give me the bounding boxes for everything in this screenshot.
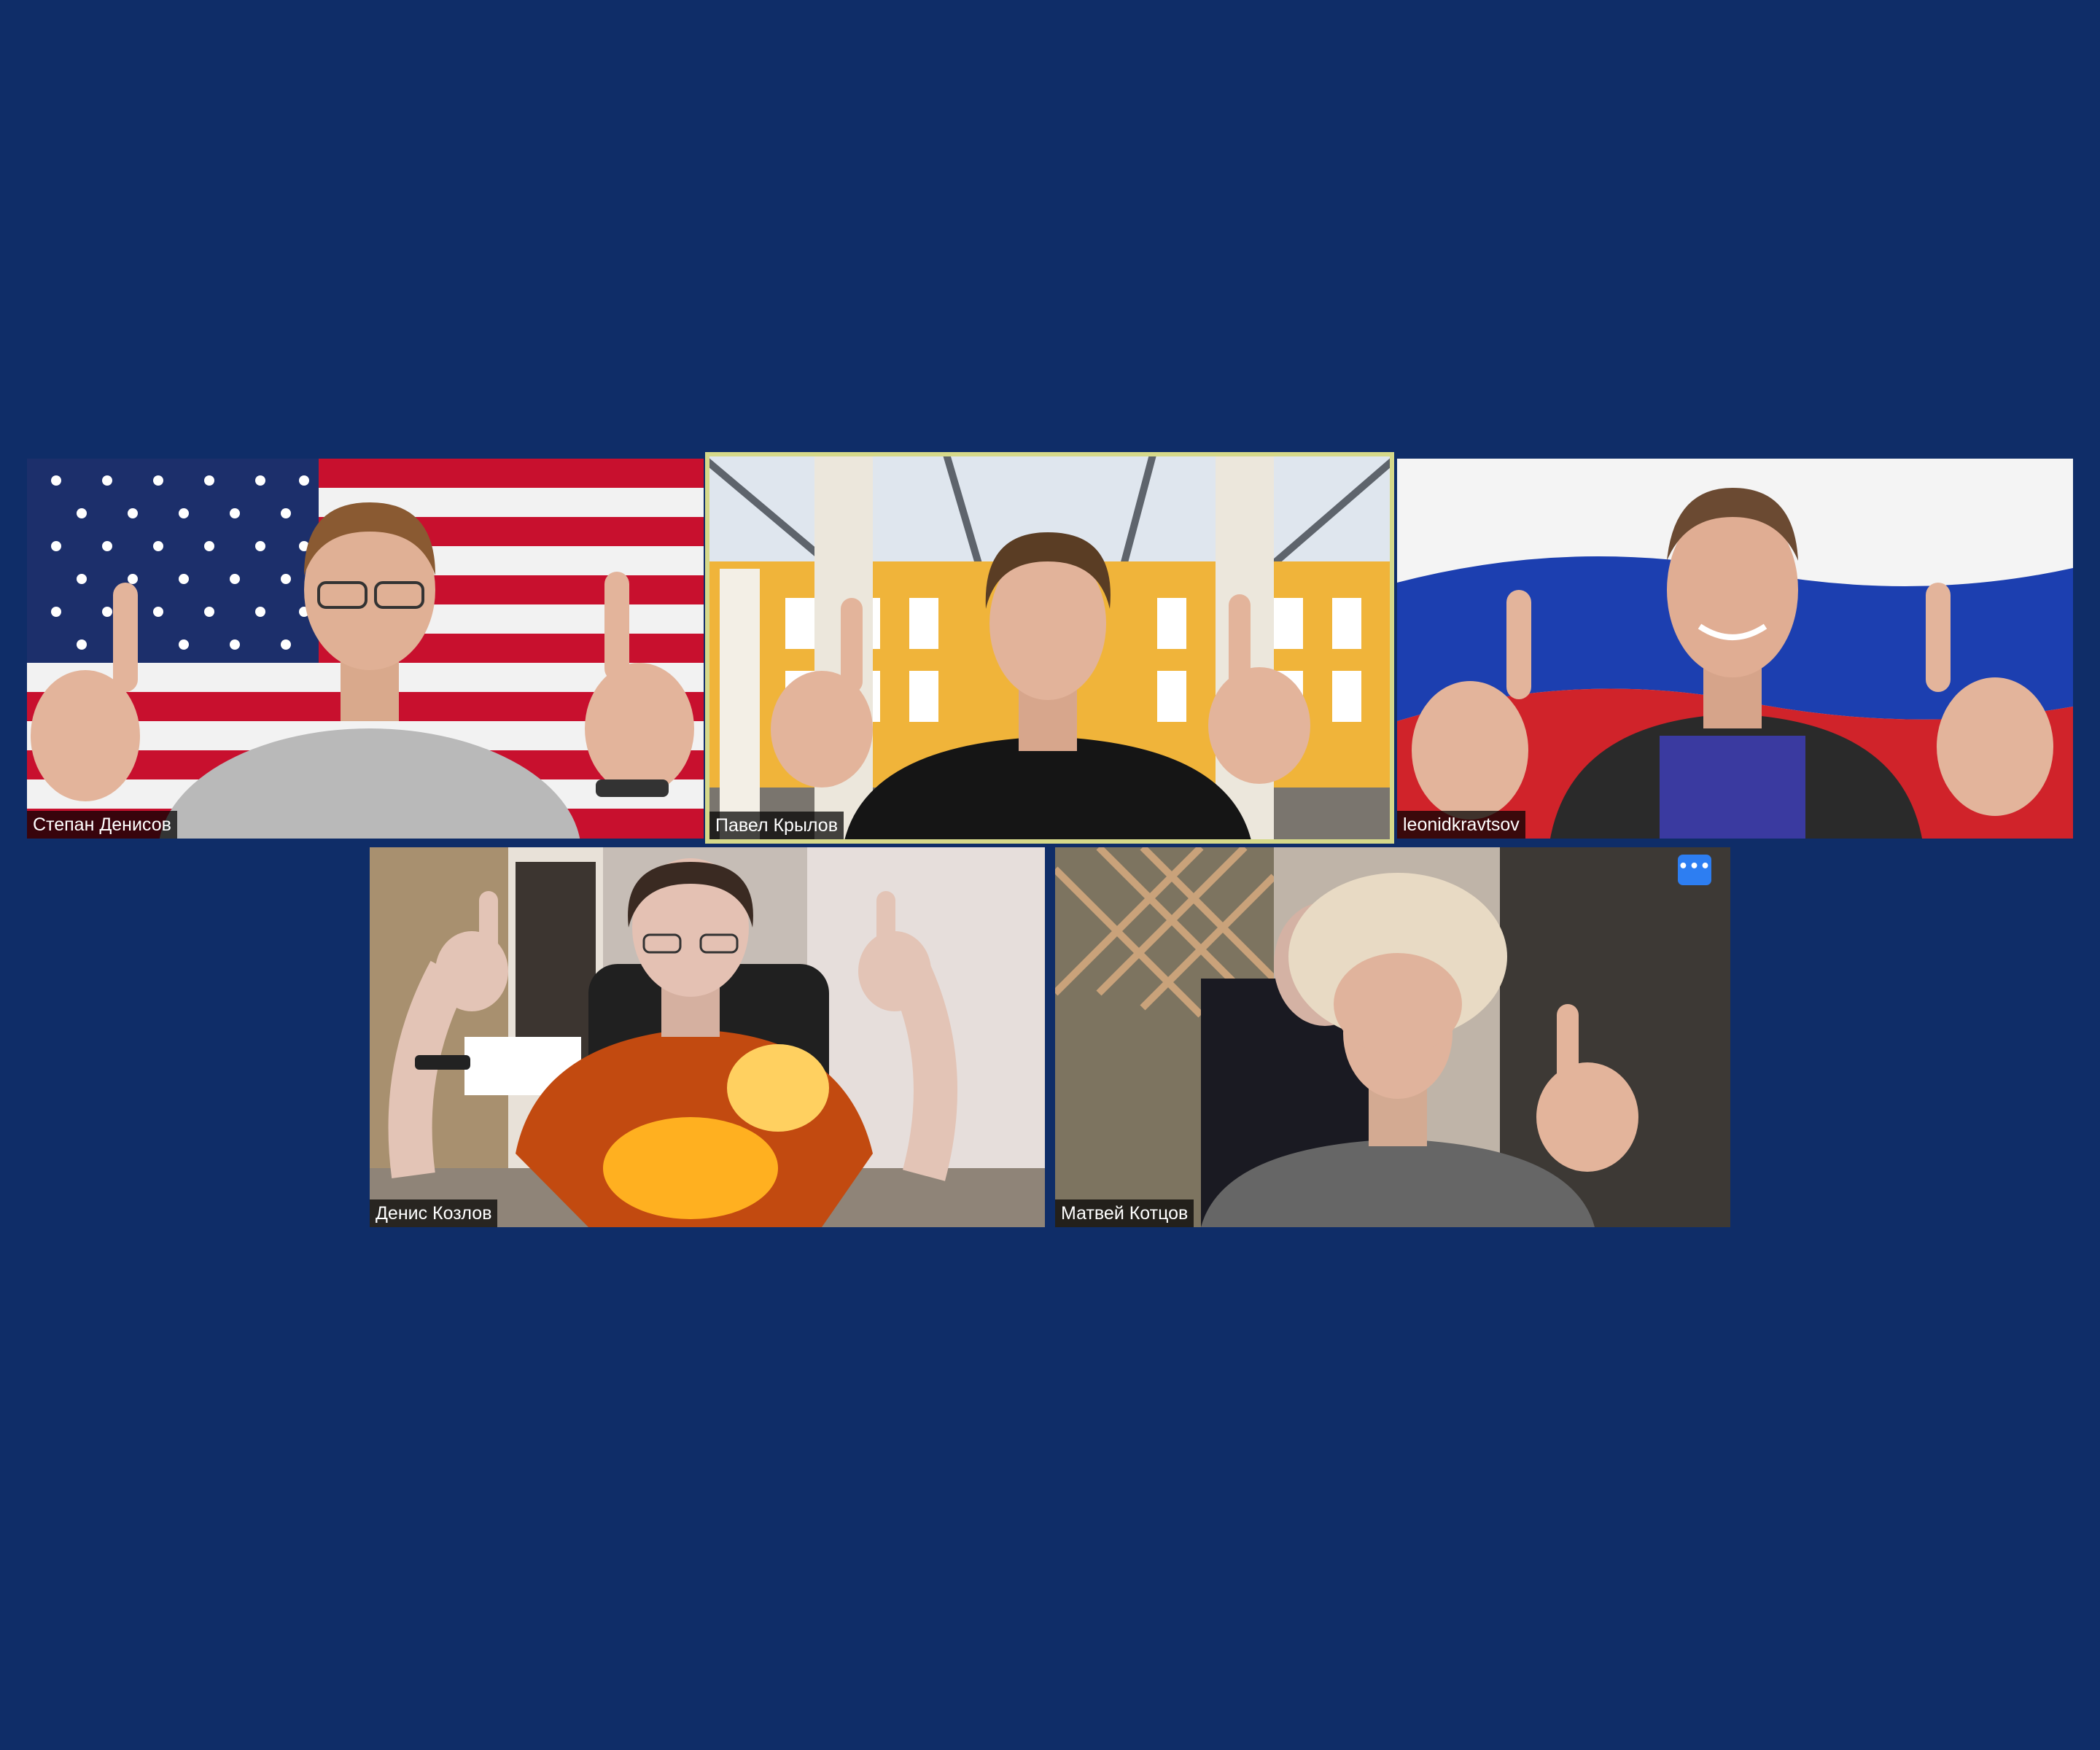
video-feed [1397,459,2073,839]
participant-tile[interactable]: Денис Козлов [370,847,1045,1227]
participant-tile[interactable]: leonidkravtsov [1397,459,2073,839]
participant-tile-active[interactable]: Павел Крылов [705,452,1394,844]
participant-name: Денис Козлов [370,1199,498,1227]
participant-name: leonidkravtsov [1397,811,1525,839]
video-feed [705,452,1394,844]
participant-tile[interactable]: Степан Денисов [27,459,704,839]
video-gallery: Степан Денисов Павел Крылов leonidkravts… [0,0,2100,1750]
participant-name: Степан Денисов [27,811,177,839]
more-options-button[interactable]: ••• [1678,855,1711,885]
video-feed [27,459,704,839]
participant-name: Матвей Котцов [1055,1199,1194,1227]
more-icon: ••• [1678,858,1711,876]
participant-name: Павел Крылов [709,812,844,839]
video-feed [1055,847,1730,1227]
participant-tile[interactable]: ••• Матвей Котцов [1055,847,1730,1227]
video-feed [370,847,1045,1227]
